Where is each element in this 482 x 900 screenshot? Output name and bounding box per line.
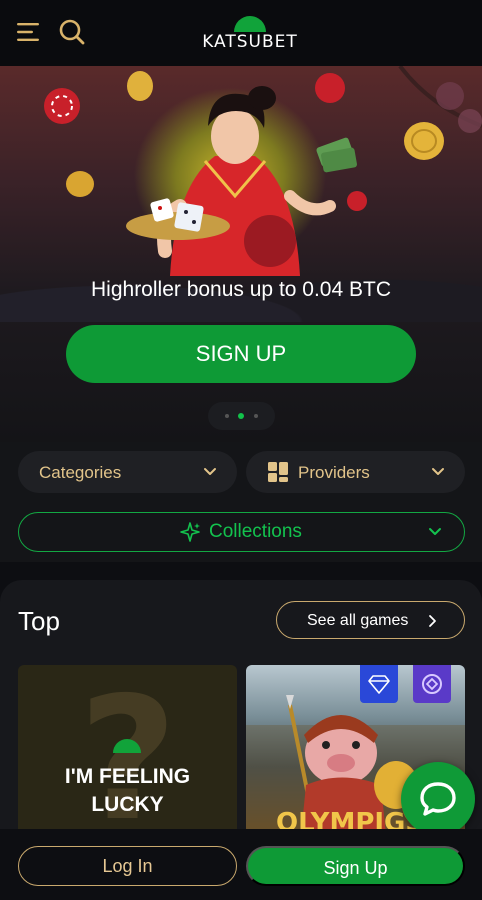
lucky-line-2: LUCKY bbox=[91, 793, 164, 816]
see-all-games-button[interactable]: See all games bbox=[276, 601, 465, 639]
providers-label: Providers bbox=[298, 463, 370, 482]
chevron-right-icon bbox=[429, 615, 436, 627]
carousel-dot[interactable] bbox=[254, 414, 258, 418]
banner-illustration bbox=[44, 66, 482, 276]
app-header: KATSUBET bbox=[0, 0, 482, 66]
banner-title: Highroller bonus up to 0.04 BTC bbox=[91, 278, 391, 301]
live-chat-button[interactable] bbox=[401, 762, 475, 836]
diamond-icon bbox=[368, 675, 390, 694]
feature-badge bbox=[413, 665, 451, 703]
collections-dropdown[interactable]: Collections bbox=[18, 512, 465, 552]
promo-banner[interactable]: Highroller bonus up to 0.04 BTC SIGN UP bbox=[0, 66, 482, 442]
lucky-line-1: I'M FEELING bbox=[64, 765, 191, 788]
search-icon[interactable] bbox=[58, 18, 86, 46]
carousel-dot[interactable] bbox=[225, 414, 229, 418]
katsubet-logo[interactable]: KATSUBET bbox=[196, 16, 304, 54]
providers-grid-icon bbox=[268, 462, 288, 482]
categories-dropdown[interactable]: Categories bbox=[18, 451, 237, 493]
game-filters: Categories Providers Collections bbox=[0, 442, 482, 562]
chevron-down-icon bbox=[204, 468, 216, 475]
sparkles-icon bbox=[180, 522, 200, 542]
carousel-pagination bbox=[208, 402, 275, 430]
log-in-button[interactable]: Log In bbox=[18, 846, 237, 886]
section-title: Top bbox=[18, 606, 60, 636]
chevron-down-icon bbox=[429, 528, 441, 535]
diamond-badge bbox=[360, 665, 398, 703]
chevron-down-icon bbox=[432, 468, 444, 475]
see-all-label: See all games bbox=[307, 612, 409, 629]
target-icon bbox=[422, 674, 442, 694]
carousel-dot-active[interactable] bbox=[238, 413, 244, 419]
providers-dropdown[interactable]: Providers bbox=[246, 451, 465, 493]
auth-bottom-bar: Log In Sign Up bbox=[0, 829, 482, 900]
logo-text: KATSUBET bbox=[202, 32, 298, 52]
hamburger-menu-icon[interactable] bbox=[16, 20, 40, 44]
chat-icon bbox=[420, 782, 456, 816]
banner-sign-up-button[interactable]: SIGN UP bbox=[66, 325, 416, 383]
game-card-title: I'M FEELING LUCKY bbox=[18, 763, 237, 819]
sign-up-button[interactable]: Sign Up bbox=[246, 846, 465, 886]
logo-dome-icon bbox=[234, 16, 266, 32]
collections-label: Collections bbox=[209, 521, 302, 542]
categories-label: Categories bbox=[39, 463, 122, 482]
game-card-feeling-lucky[interactable]: ? I'M FEELING LUCKY bbox=[18, 665, 237, 835]
